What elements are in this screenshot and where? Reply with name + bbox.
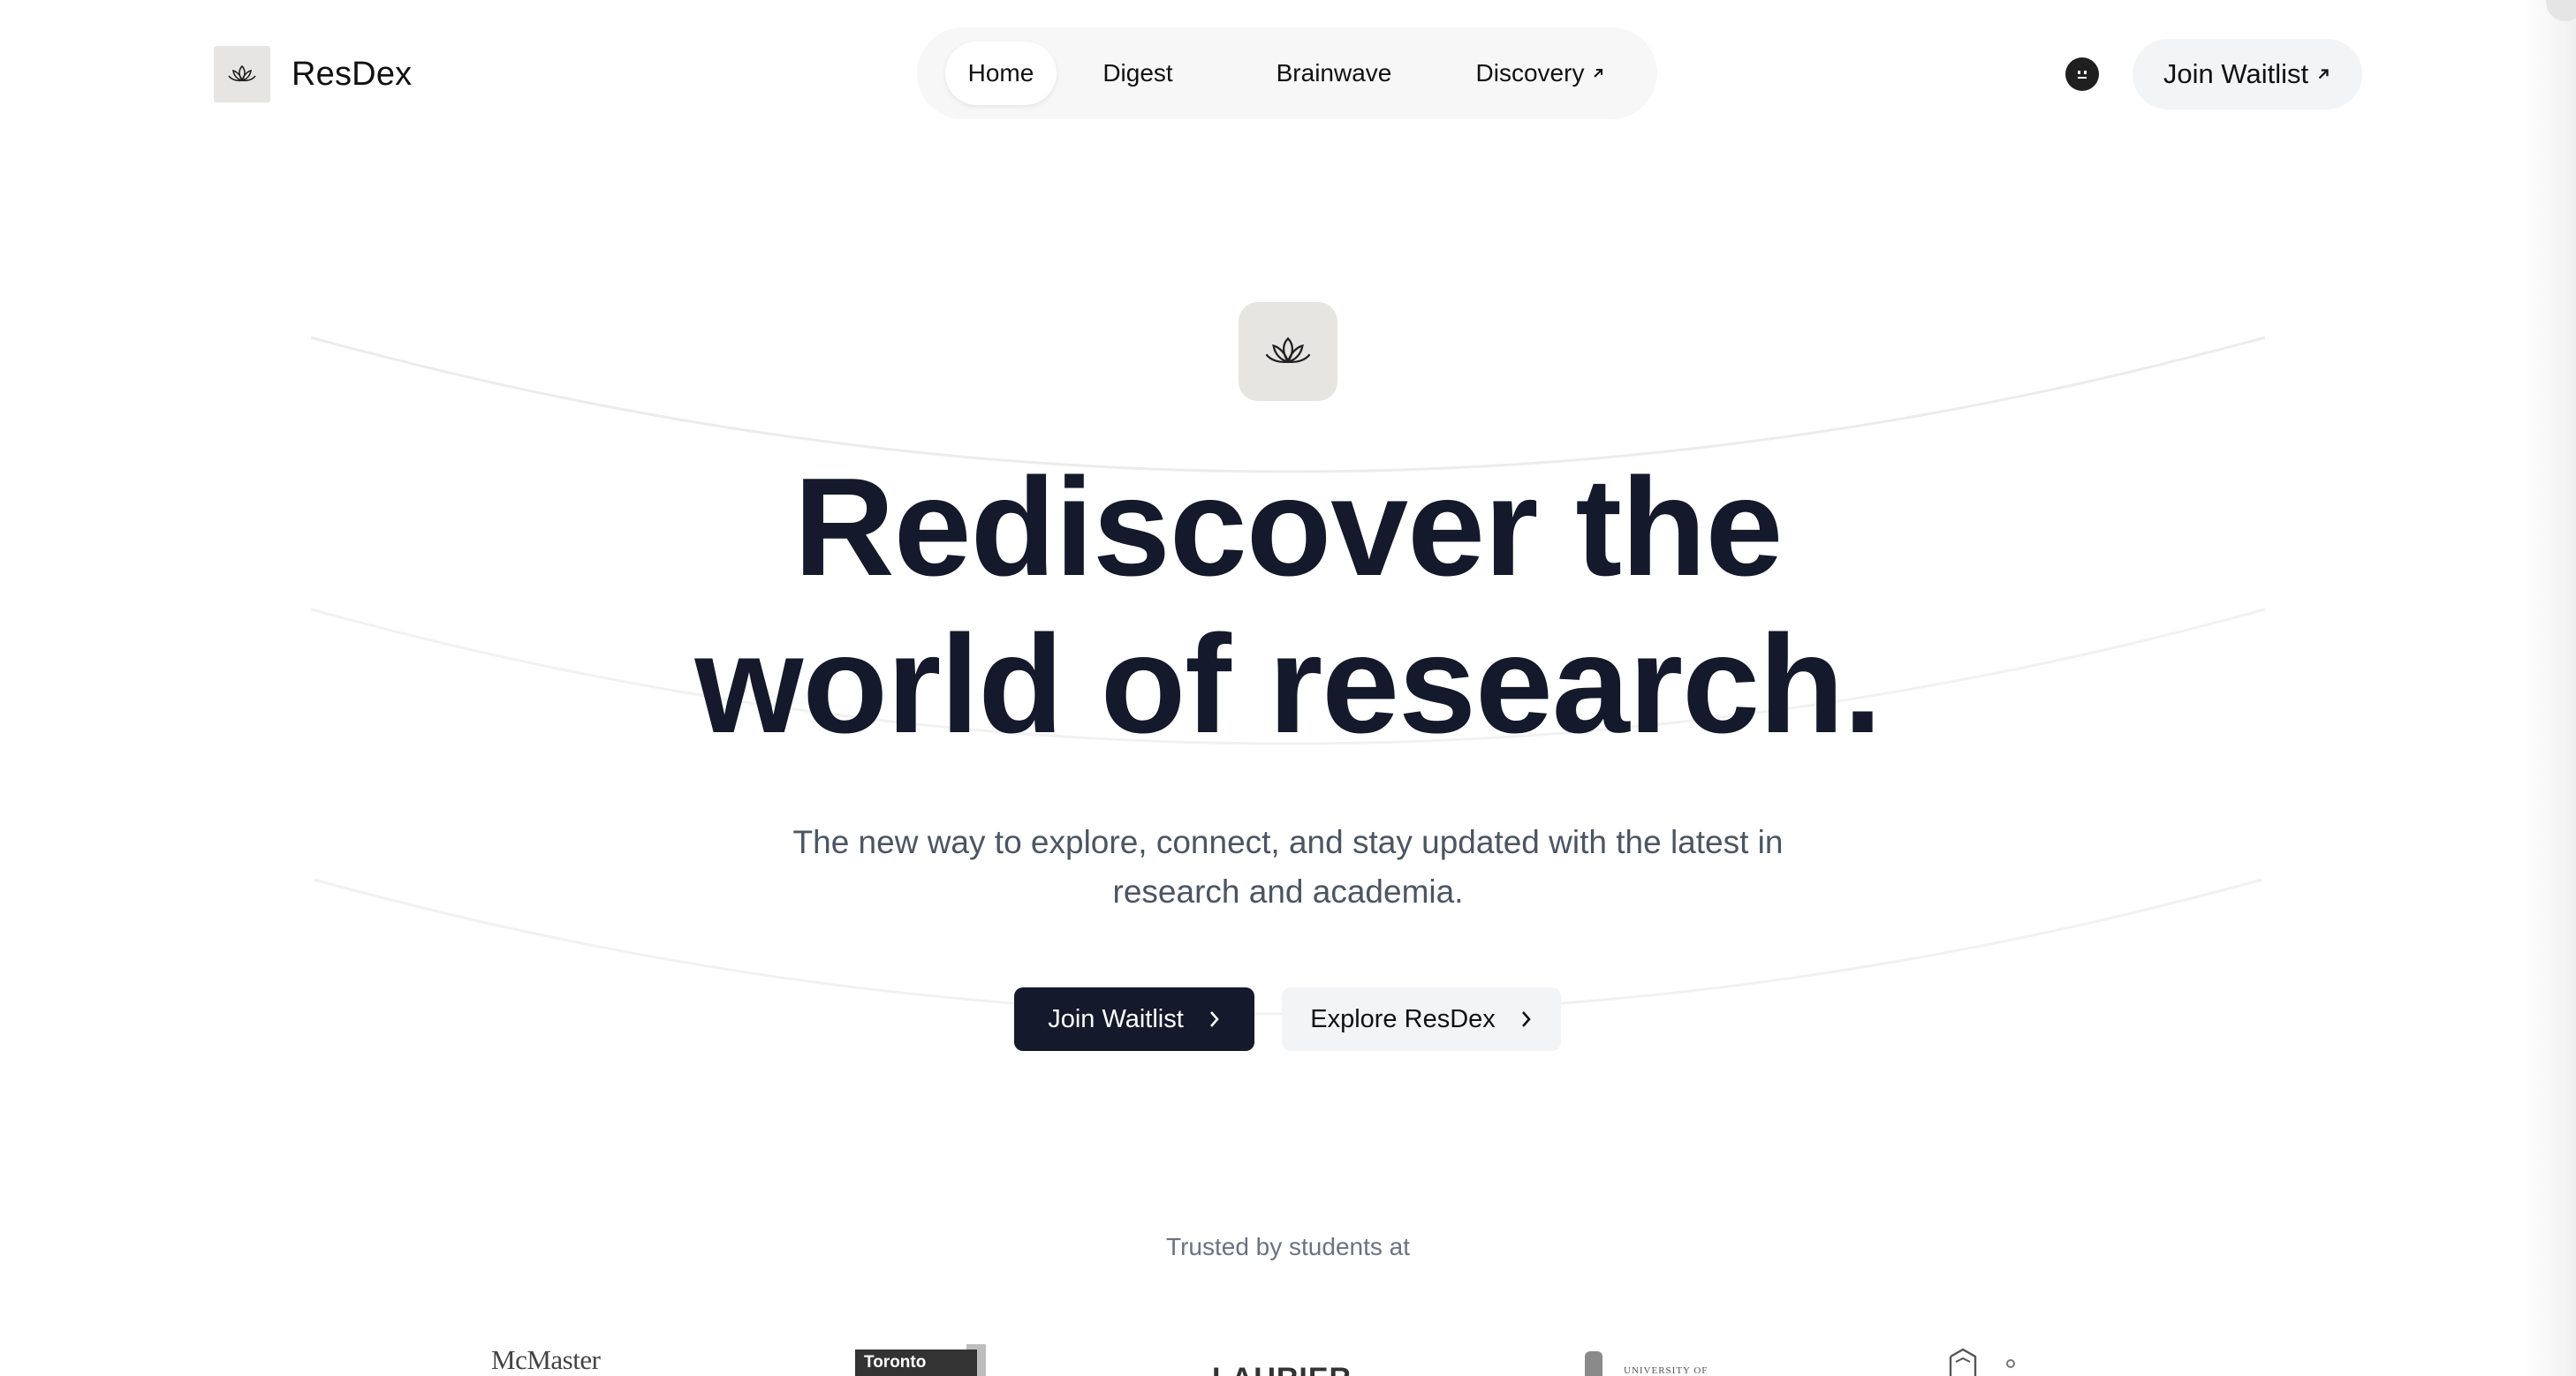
hero-headline-line-1: Rediscover the — [793, 450, 1784, 605]
brand-logo[interactable] — [214, 46, 270, 102]
arrow-up-right-icon — [1591, 66, 1605, 80]
nav-item-label: Digest — [1102, 59, 1173, 87]
main-nav: Home Digest Brainwave Discovery — [917, 27, 1657, 119]
waterloo-logo: UNIVERSITY OF — [1580, 1344, 1721, 1376]
chevron-right-icon — [1520, 1009, 1533, 1029]
join-waitlist-header-button[interactable]: Join Waitlist — [2133, 39, 2362, 110]
window-edge — [2523, 0, 2576, 1376]
trusted-by-label: Trusted by students at — [1166, 1233, 1410, 1260]
laurier-logo: LAURIER — [1212, 1344, 1362, 1376]
mcmaster-logo: McMaster — [491, 1344, 624, 1376]
shield-icon — [1949, 1348, 2015, 1376]
join-waitlist-button[interactable]: Join Waitlist — [1014, 987, 1254, 1051]
nav-item-label: Home — [967, 59, 1034, 87]
smiley-face-icon — [2078, 71, 2087, 79]
nav-item-label: Brainwave — [1276, 59, 1392, 87]
university-shield-logo — [1943, 1344, 2032, 1376]
explore-resdex-button[interactable]: Explore ResDex — [1282, 987, 1561, 1051]
chevron-right-icon — [1208, 1009, 1221, 1029]
toronto-logo: Toronto — [855, 1344, 986, 1376]
avatar[interactable] — [2065, 57, 2099, 91]
explore-resdex-label: Explore ResDex — [1310, 1004, 1496, 1033]
lotus-icon — [228, 64, 256, 82]
nav-item-home[interactable]: Home — [945, 42, 1057, 105]
lotus-icon — [1265, 336, 1311, 364]
landing-page: ResDex Home Digest Brainwave Discovery J… — [0, 0, 2576, 1376]
nav-item-discovery[interactable]: Discovery — [1468, 42, 1613, 105]
join-waitlist-label: Join Waitlist — [2163, 58, 2309, 89]
crest-icon — [1585, 1351, 1602, 1376]
brand-name[interactable]: ResDex — [292, 51, 412, 97]
arrow-up-right-icon — [2315, 66, 2331, 82]
hero-headline-line-2: world of research. — [694, 607, 1883, 762]
hero-subtext: The new way to explore, connect, and sta… — [792, 824, 1784, 910]
logo-text: LAURIER — [1212, 1362, 1352, 1376]
nav-item-label: Discovery — [1475, 59, 1585, 87]
nav-item-brainwave[interactable]: Brainwave — [1263, 42, 1405, 105]
nav-item-digest[interactable]: Digest — [1087, 42, 1189, 105]
hero-headline: Rediscover the world of research. — [581, 449, 1995, 763]
hero-logo-tile — [1239, 302, 1337, 401]
logo-text: UNIVERSITY OF — [1624, 1365, 1708, 1376]
join-waitlist-label: Join Waitlist — [1048, 1004, 1184, 1033]
logo-text: Toronto — [855, 1350, 977, 1376]
logo-text: McMaster — [491, 1344, 601, 1375]
